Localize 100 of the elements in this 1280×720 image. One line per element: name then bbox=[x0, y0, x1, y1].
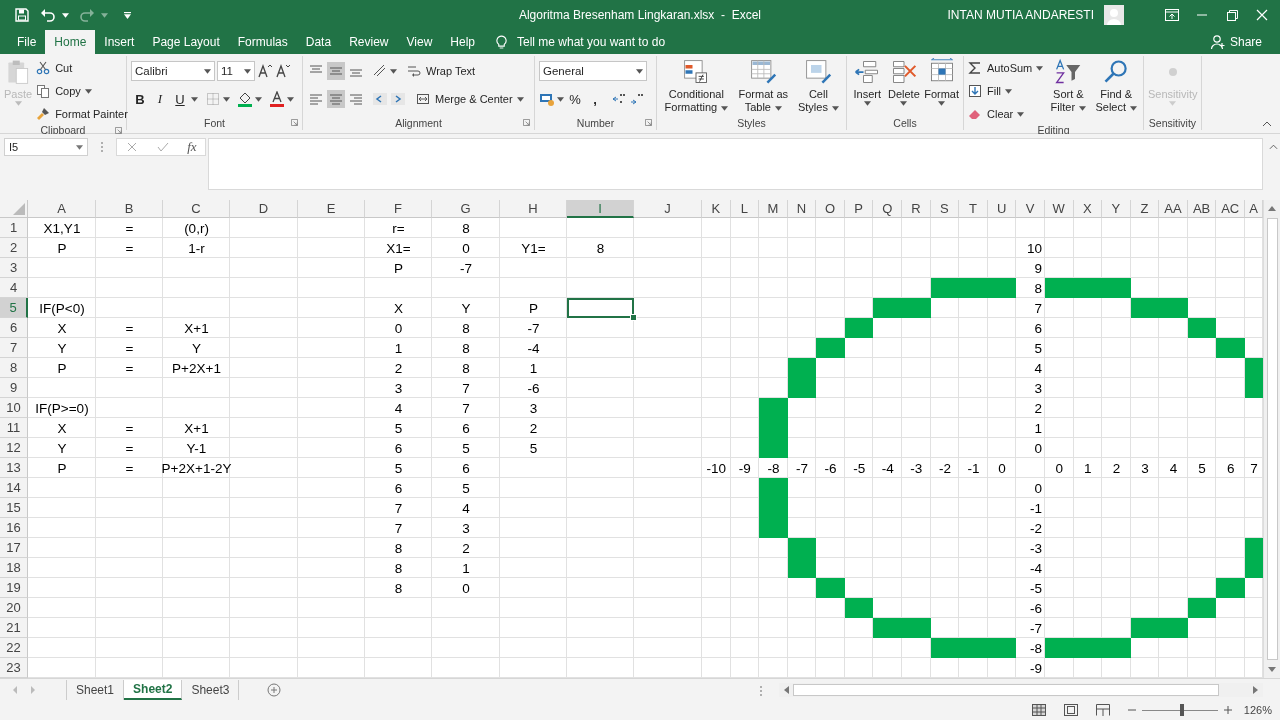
cells-button[interactable]: Delete bbox=[887, 56, 921, 106]
wrap-text-button[interactable]: Wrap Text bbox=[407, 61, 476, 81]
decrease-font-size-icon[interactable] bbox=[275, 63, 291, 79]
ribbon-tab[interactable]: Help bbox=[441, 30, 484, 54]
share-button[interactable]: Share bbox=[1209, 30, 1262, 54]
redo-icon[interactable] bbox=[79, 7, 95, 23]
row-header[interactable]: 21 bbox=[0, 618, 28, 638]
column-header[interactable]: AA bbox=[1159, 200, 1188, 218]
styles-button[interactable]: Cell Styles bbox=[794, 56, 842, 114]
row-header[interactable]: 2 bbox=[0, 238, 28, 258]
zoom-level[interactable]: 126% bbox=[1243, 704, 1272, 716]
increase-indent-icon[interactable] bbox=[390, 91, 406, 107]
caret-icon[interactable] bbox=[62, 12, 69, 18]
row-header[interactable]: 17 bbox=[0, 538, 28, 558]
column-header[interactable]: G bbox=[432, 200, 500, 218]
drag-handle-icon[interactable] bbox=[759, 685, 763, 697]
decrease-indent-icon[interactable] bbox=[372, 91, 388, 107]
undo-icon[interactable] bbox=[40, 7, 56, 23]
column-header[interactable]: K bbox=[702, 200, 731, 218]
row-header[interactable]: 16 bbox=[0, 518, 28, 538]
caret-icon[interactable] bbox=[191, 96, 198, 102]
column-header[interactable]: N bbox=[787, 200, 817, 218]
caret-icon[interactable] bbox=[557, 96, 564, 102]
align-center-icon[interactable] bbox=[327, 90, 345, 108]
zoom-slider-thumb[interactable] bbox=[1180, 704, 1185, 716]
restore-icon[interactable] bbox=[1224, 7, 1240, 23]
fill-button[interactable]: Fill bbox=[968, 81, 1044, 101]
autosum-button[interactable]: AutoSum bbox=[968, 58, 1044, 78]
merge-center-button[interactable]: Merge & Center bbox=[416, 89, 524, 109]
ribbon-tab[interactable]: Home bbox=[45, 30, 96, 54]
ribbon-tab[interactable]: Review bbox=[340, 30, 398, 54]
drag-handle-icon[interactable] bbox=[100, 141, 104, 153]
row-header[interactable]: 14 bbox=[0, 478, 28, 498]
dialog-launcher-icon[interactable] bbox=[115, 126, 122, 134]
column-header[interactable]: M bbox=[759, 200, 788, 218]
caret-icon[interactable] bbox=[287, 96, 294, 102]
cells-button[interactable]: Format bbox=[924, 56, 959, 106]
column-header[interactable]: Y bbox=[1102, 200, 1131, 218]
column-header[interactable]: U bbox=[987, 200, 1017, 218]
page-layout-icon[interactable] bbox=[1063, 704, 1078, 716]
column-header[interactable]: E bbox=[298, 200, 365, 218]
column-header[interactable]: W bbox=[1044, 200, 1074, 218]
caret-icon[interactable] bbox=[223, 96, 230, 102]
scrollbar-thumb[interactable] bbox=[793, 683, 1219, 696]
row-header[interactable]: 19 bbox=[0, 578, 28, 598]
row-header[interactable]: 15 bbox=[0, 498, 28, 518]
align-middle-icon[interactable] bbox=[327, 62, 345, 80]
ribbon-tab[interactable]: Insert bbox=[95, 30, 144, 54]
tell-me-button[interactable]: Tell me what you want to do bbox=[496, 30, 666, 54]
insert-function-button[interactable]: fx bbox=[187, 139, 197, 155]
check-icon[interactable] bbox=[156, 140, 171, 154]
bold-button[interactable]: B bbox=[131, 91, 149, 107]
format-painter-button[interactable]: Format Painter bbox=[36, 104, 128, 124]
add-sheet-icon[interactable] bbox=[267, 682, 282, 697]
row-header[interactable]: 23 bbox=[0, 658, 28, 678]
sheet-tab[interactable]: Sheet2 bbox=[124, 679, 183, 700]
zoom-in-icon[interactable] bbox=[1223, 706, 1232, 714]
column-header[interactable]: I bbox=[567, 200, 634, 218]
styles-button[interactable]: Format as Table bbox=[735, 56, 791, 114]
row-header[interactable]: 7 bbox=[0, 338, 28, 358]
row-header[interactable]: 20 bbox=[0, 598, 28, 618]
dialog-launcher-icon[interactable] bbox=[523, 119, 530, 126]
row-header[interactable]: 12 bbox=[0, 438, 28, 458]
ribbon-tab[interactable]: Data bbox=[296, 30, 341, 54]
row-header[interactable]: 8 bbox=[0, 358, 28, 378]
column-header[interactable]: C bbox=[163, 200, 230, 218]
column-header[interactable]: D bbox=[230, 200, 298, 218]
scroll-down-icon[interactable] bbox=[1268, 666, 1276, 674]
scroll-up-icon[interactable] bbox=[1268, 204, 1276, 212]
font-name-field[interactable]: Calibri bbox=[131, 61, 215, 81]
column-header[interactable]: R bbox=[902, 200, 931, 218]
italic-button[interactable]: I bbox=[151, 91, 169, 107]
save-icon[interactable] bbox=[14, 7, 30, 23]
scrollbar-thumb[interactable] bbox=[1266, 218, 1278, 660]
column-header[interactable]: J bbox=[634, 200, 702, 218]
page-break-icon[interactable] bbox=[1095, 704, 1110, 716]
column-header[interactable]: Q bbox=[873, 200, 903, 218]
column-header[interactable]: L bbox=[730, 200, 760, 218]
font-size-field[interactable]: 11 bbox=[217, 61, 255, 81]
comma-button[interactable]: , bbox=[586, 91, 604, 107]
row-header[interactable]: 4 bbox=[0, 278, 28, 298]
find-select-button[interactable]: Find & Select bbox=[1093, 56, 1139, 114]
row-header[interactable]: 1 bbox=[0, 218, 28, 238]
ribbon-tab[interactable]: Page Layout bbox=[143, 30, 229, 54]
formula-input[interactable] bbox=[208, 138, 1263, 190]
copy-button[interactable]: Copy bbox=[36, 81, 128, 101]
sort-filter-button[interactable]: Sort & Filter bbox=[1047, 56, 1090, 114]
column-header[interactable]: B bbox=[96, 200, 163, 218]
percent-button[interactable]: % bbox=[566, 91, 584, 107]
name-box[interactable]: I5 bbox=[4, 138, 88, 156]
column-header[interactable]: F bbox=[365, 200, 432, 218]
cells-button[interactable]: Insert bbox=[851, 56, 884, 106]
scroll-left-icon[interactable] bbox=[783, 685, 789, 694]
number-format-field[interactable]: General bbox=[539, 61, 647, 81]
column-header[interactable]: AB bbox=[1187, 200, 1217, 218]
increase-font-size-icon[interactable] bbox=[257, 63, 273, 79]
font-color-icon[interactable] bbox=[269, 91, 285, 107]
selected-cell[interactable] bbox=[567, 298, 634, 318]
dialog-launcher-icon[interactable] bbox=[645, 119, 652, 126]
fill-color-icon[interactable] bbox=[237, 91, 253, 107]
